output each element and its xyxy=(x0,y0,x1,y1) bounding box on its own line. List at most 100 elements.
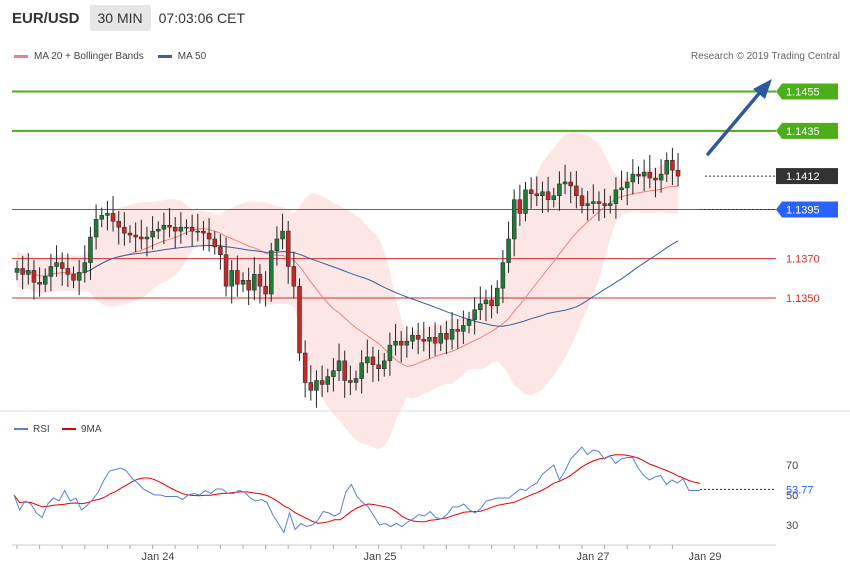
candle-body xyxy=(127,232,133,236)
candle-body xyxy=(523,189,528,214)
candle-body xyxy=(319,380,325,385)
candle-body xyxy=(297,285,302,354)
candle-body xyxy=(122,226,127,234)
candle-body xyxy=(285,230,291,267)
candle-body xyxy=(59,262,65,269)
candle-body xyxy=(410,335,415,342)
candle-body xyxy=(540,191,545,196)
candle-body xyxy=(387,344,393,362)
candle-body xyxy=(370,356,376,366)
candle-body xyxy=(506,238,511,263)
candle-body xyxy=(105,213,110,216)
candle-body xyxy=(229,270,234,287)
candle-body xyxy=(613,189,619,204)
candle-body xyxy=(110,213,116,222)
candle-body xyxy=(393,340,398,346)
candle-body xyxy=(240,280,246,285)
candle-body xyxy=(602,203,607,206)
candle-body xyxy=(223,254,229,287)
candle-body xyxy=(455,329,460,332)
candle-body xyxy=(291,266,297,287)
candle-body xyxy=(619,187,624,191)
bollinger-band-group xyxy=(17,131,679,450)
candle-body xyxy=(664,160,669,175)
candle-body xyxy=(382,360,387,369)
candle-body xyxy=(325,376,330,385)
candle-body xyxy=(421,338,427,342)
candle-body xyxy=(150,230,155,238)
candle-body xyxy=(88,236,93,263)
candle-body xyxy=(585,203,590,206)
candle-body xyxy=(257,274,263,287)
candle-body xyxy=(48,266,54,277)
candle-body xyxy=(342,360,347,381)
candle-body xyxy=(415,335,421,340)
candle-body xyxy=(167,224,172,228)
candle-body xyxy=(630,173,636,183)
candle-body xyxy=(156,228,161,232)
candle-body xyxy=(302,352,308,383)
candle-body xyxy=(116,221,121,228)
last-price-tag-label: 1.1412 xyxy=(786,171,820,183)
candle-body xyxy=(76,272,82,281)
candle-body xyxy=(269,250,274,295)
candle-body xyxy=(93,219,99,238)
candle-body xyxy=(172,226,178,232)
candle-body xyxy=(596,201,602,204)
candle-body xyxy=(534,193,540,196)
candle-body xyxy=(195,230,201,233)
candle-body xyxy=(675,169,681,177)
support-tag-label: 1.1370 xyxy=(786,254,820,266)
candle-body xyxy=(608,203,613,206)
forecast-arrow-group xyxy=(706,79,772,156)
rsi-legend: RSI 9MA xyxy=(14,424,102,435)
candle-body xyxy=(14,268,20,273)
candle-body xyxy=(308,382,314,391)
candle-body xyxy=(641,171,647,177)
candle-body xyxy=(427,337,432,342)
candle-body xyxy=(432,337,438,344)
candle-body xyxy=(670,160,675,171)
candle-body xyxy=(653,177,658,181)
candle-body xyxy=(624,181,630,189)
candle-body xyxy=(647,171,653,179)
candle-body xyxy=(472,309,477,320)
support-tag-label: 1.1350 xyxy=(786,293,820,305)
candle-body xyxy=(511,199,517,240)
candle-body xyxy=(37,281,42,285)
candle-body xyxy=(20,268,25,275)
candle-body xyxy=(133,234,138,238)
rsi-level-label: 70 xyxy=(786,460,798,472)
candle-body xyxy=(139,236,144,240)
candle-body xyxy=(31,270,37,283)
candle-body xyxy=(235,270,240,285)
candle-body xyxy=(376,364,381,369)
candle-body xyxy=(336,360,342,371)
candle-body xyxy=(449,329,455,340)
rsi-ma9-line xyxy=(13,454,701,524)
candle-body xyxy=(189,226,195,232)
candle-body xyxy=(438,333,443,344)
rsi-legend-label: RSI xyxy=(33,424,50,435)
candle-body xyxy=(246,280,251,291)
candle-body xyxy=(71,274,76,281)
candle-body xyxy=(500,262,506,289)
bollinger-band-area xyxy=(17,131,679,450)
price-tags-group: 1.1455 1.1435 1.1412 1.1395 1.1370 1.1350 xyxy=(776,83,838,306)
rsi-panel-group: 30507053.77 xyxy=(13,446,814,534)
pivot-tag-label: 1.1395 xyxy=(786,204,820,216)
candle-body xyxy=(82,262,88,273)
rsi-last-value: 53.77 xyxy=(786,484,814,496)
candle-body xyxy=(348,380,353,383)
candle-body xyxy=(528,189,534,195)
candle-body xyxy=(144,236,150,240)
candle-body xyxy=(658,173,664,181)
candle-body xyxy=(495,287,500,307)
candle-body xyxy=(161,224,167,230)
candle-body xyxy=(398,340,404,346)
candle-body xyxy=(252,274,257,291)
candle-body xyxy=(359,362,364,379)
candle-body xyxy=(54,262,59,267)
candle-body xyxy=(274,238,280,252)
candle-body xyxy=(280,230,285,240)
